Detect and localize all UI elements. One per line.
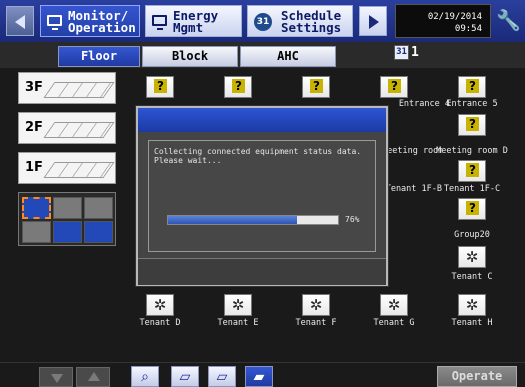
minimap-cell[interactable]: [84, 221, 113, 243]
fan-icon[interactable]: [302, 294, 330, 316]
floor-button-3f[interactable]: 3F: [18, 72, 116, 104]
group-label: Tenant E: [217, 318, 259, 328]
progress-percent: 76%: [345, 215, 360, 224]
unknown-status-icon[interactable]: [302, 76, 330, 98]
tab-block[interactable]: Block: [142, 46, 238, 67]
fan-icon[interactable]: [380, 294, 408, 316]
dialog-message: Collecting connected equipment status da…: [154, 147, 361, 165]
fan-icon[interactable]: [146, 294, 174, 316]
zoom-search-icon[interactable]: ⌕: [131, 366, 159, 387]
unknown-status-icon[interactable]: [458, 160, 486, 182]
dialog-message-line1: Collecting connected equipment status da…: [154, 147, 362, 156]
floor-button-2f[interactable]: 2F: [18, 112, 116, 144]
nav-back-button[interactable]: [6, 6, 34, 36]
layer-solid-icon[interactable]: ▰: [245, 366, 273, 387]
calendar-icon: 31: [254, 13, 272, 31]
nav-forward-button[interactable]: [359, 6, 387, 36]
unknown-status-icon[interactable]: [224, 76, 252, 98]
operate-button[interactable]: Operate: [437, 366, 517, 387]
bottom-bar: ⌕ ▱ ▱ ▰ Operate: [0, 362, 525, 387]
date-text: 02/19/2014: [427, 12, 482, 22]
monitor-icon: [152, 15, 167, 30]
group-indicator: 31 1: [394, 45, 419, 60]
minimap-cell[interactable]: [53, 221, 82, 243]
group-label: Tenant D: [139, 318, 181, 328]
progress-bar-fill: [168, 216, 298, 224]
tab-ahc[interactable]: AHC: [240, 46, 336, 67]
progress-dialog: Collecting connected equipment status da…: [136, 106, 388, 286]
group-label: Meeting room D: [436, 146, 508, 156]
floor-button-1f[interactable]: 1F: [18, 152, 116, 184]
floor-plan-icon: [43, 122, 115, 138]
dialog-message-line2: Please wait...: [154, 156, 222, 165]
top-bar: Monitor/ Operation Energy Mgmt 31 Schedu…: [0, 0, 525, 42]
floor-minimap[interactable]: [18, 192, 116, 246]
group-label: Entrance 5: [446, 99, 498, 109]
group-label: Group20: [454, 230, 490, 240]
group-label: Tenant 1F-C: [443, 184, 501, 194]
layer-fan-icon[interactable]: ▱: [208, 366, 236, 387]
energy-mgmt-button[interactable]: Energy Mgmt: [145, 5, 242, 37]
unknown-status-icon[interactable]: [458, 76, 486, 98]
calendar-icon: 31: [394, 45, 409, 60]
schedule-settings-button[interactable]: 31 Schedule Settings: [247, 5, 353, 37]
group-label: Tenant F: [295, 318, 337, 328]
group-label: Tenant C: [451, 272, 493, 282]
schedule-settings-label-line2: Settings: [281, 20, 342, 35]
minimap-cell-selected[interactable]: [22, 197, 51, 219]
unknown-status-icon[interactable]: [458, 198, 486, 220]
time-text: 09:54: [454, 24, 482, 34]
group-indicator-value: 1: [411, 45, 419, 60]
dialog-title-bar: [138, 108, 386, 132]
progress-bar: [167, 215, 339, 225]
floor-panel: 3F 2F 1F: [18, 72, 116, 248]
unknown-status-icon[interactable]: [458, 114, 486, 136]
dialog-body: Collecting connected equipment status da…: [148, 140, 376, 252]
floor-plan-icon: [43, 82, 115, 98]
layer-view-icon[interactable]: ▱: [171, 366, 199, 387]
fan-icon[interactable]: [458, 294, 486, 316]
minimap-cell[interactable]: [22, 221, 51, 243]
energy-mgmt-label-line2: Mgmt: [173, 20, 204, 35]
dialog-footer: [138, 258, 386, 285]
tab-floor[interactable]: Floor: [58, 46, 140, 67]
fan-icon[interactable]: [224, 294, 252, 316]
group-label: Tenant G: [373, 318, 415, 328]
minimap-cell[interactable]: [53, 197, 82, 219]
monitor-operation-button[interactable]: Monitor/ Operation: [40, 5, 140, 37]
monitor-operation-label-line2: Operation: [68, 20, 136, 35]
floor-down-button[interactable]: [39, 367, 73, 387]
floor-plan-icon: [43, 162, 115, 178]
floor-label: 1F: [25, 160, 43, 175]
wrench-icon[interactable]: 🔧: [496, 7, 521, 33]
minimap-cell[interactable]: [84, 197, 113, 219]
floor-up-button[interactable]: [76, 367, 110, 387]
fan-icon[interactable]: [458, 246, 486, 268]
date-time-display: 02/19/2014 09:54: [395, 4, 491, 38]
unknown-status-icon[interactable]: [380, 76, 408, 98]
screen: Monitor/ Operation Energy Mgmt 31 Schedu…: [0, 0, 525, 387]
floor-label: 2F: [25, 120, 43, 135]
group-label: Tenant H: [451, 318, 493, 328]
floor-label: 3F: [25, 80, 43, 95]
unknown-status-icon[interactable]: [146, 76, 174, 98]
tab-bar: Floor Block AHC 31 1: [0, 42, 525, 68]
monitor-icon: [47, 15, 62, 30]
